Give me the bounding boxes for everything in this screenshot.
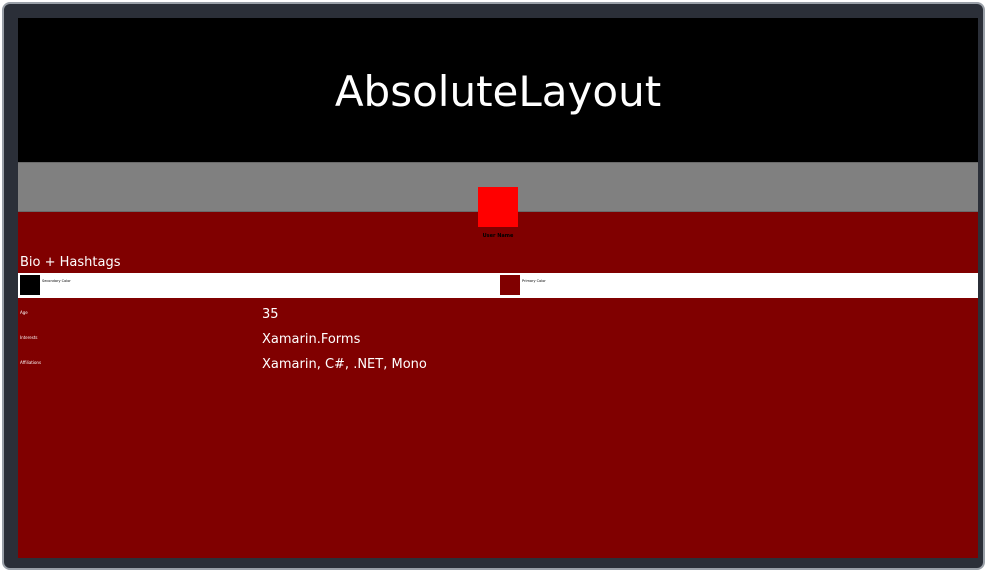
interests-value: Xamarin.Forms [262, 332, 361, 347]
avatar[interactable] [478, 187, 518, 227]
age-label: Age [20, 310, 28, 315]
affiliations-label: Affiliations [20, 360, 42, 365]
secondary-color-swatch[interactable] [20, 275, 40, 295]
bio-section-title: Bio + Hashtags [20, 255, 121, 270]
page-title: AbsoluteLayout [334, 67, 662, 116]
secondary-color-label: Secondary Color [42, 279, 71, 283]
header: AbsoluteLayout [18, 18, 978, 162]
app-screen: AbsoluteLayout User Name Bio + Hashtags … [18, 18, 978, 558]
user-name-label: User Name [482, 233, 514, 239]
interests-label: Interests [20, 335, 38, 340]
affiliations-value: Xamarin, C#, .NET, Mono [262, 357, 427, 372]
age-value: 35 [262, 307, 279, 322]
window-frame: AbsoluteLayout User Name Bio + Hashtags … [2, 2, 985, 570]
primary-color-swatch[interactable] [500, 275, 520, 295]
color-swatch-row: Secondary Color Primary Color [18, 273, 978, 298]
primary-color-label: Primary Color [522, 279, 546, 283]
